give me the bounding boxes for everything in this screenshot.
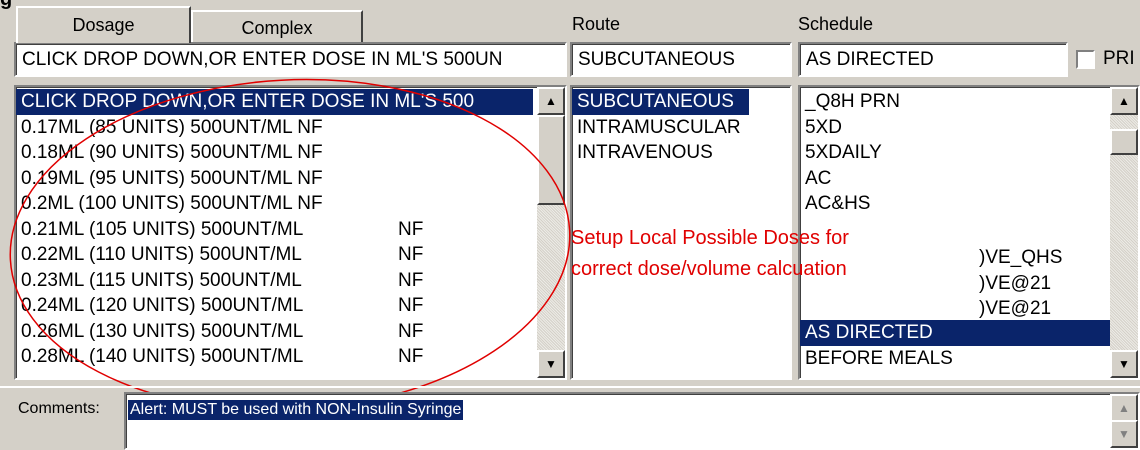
schedule-rows-bottom: AS DIRECTED BEFORE MEALS <box>800 320 1114 371</box>
list-item-label: 0.22ML (110 UNITS) 500UNT/ML <box>21 244 302 265</box>
list-item-label: INTRAMUSCULAR <box>577 116 741 138</box>
comments-field[interactable]: Alert: MUST be used with NON-Insulin Syr… <box>124 392 1140 450</box>
dosage-list-item[interactable]: 0.17ML (85 UNITS) 500UNT/ML NF <box>16 115 533 141</box>
schedule-rows-top: _Q8H PRN 5XD 5XDAILY AC AC&HS <box>800 89 1138 217</box>
route-list-item[interactable]: INTRAVENOUS <box>572 140 749 166</box>
comments-scroll-up-button[interactable]: ▲ <box>1110 394 1138 422</box>
dosage-list-item[interactable]: 0.21ML (105 UNITS) 500UNT/ML NF <box>16 217 533 243</box>
schedule-list-item[interactable]: )VE_QHS <box>974 245 1062 271</box>
list-item-label: CLICK DROP DOWN,OR ENTER DOSE IN ML'S 50… <box>21 91 475 112</box>
schedule-input[interactable]: AS DIRECTED <box>798 42 1068 77</box>
schedule-scroll-down-button[interactable]: ▼ <box>1110 350 1138 378</box>
scroll-thumb[interactable] <box>537 115 565 205</box>
schedule-rows-partial: )VE_QHS )VE@21 )VE@21 <box>974 245 1062 322</box>
dosage-list-item[interactable]: 0.22ML (110 UNITS) 500UNT/ML NF <box>16 242 533 268</box>
list-item-label: _Q8H PRN <box>805 91 901 112</box>
comments-scrollbar[interactable]: ▲ ▼ <box>1110 394 1138 448</box>
list-item-label: 5XDAILY <box>805 142 882 163</box>
nf-flag: NF <box>398 320 424 342</box>
list-item-label: AC&HS <box>805 193 871 214</box>
dosage-list-item[interactable]: 0.28ML (140 UNITS) 500UNT/ML NF <box>16 344 533 370</box>
tab-dosage[interactable]: Dosage <box>16 6 191 43</box>
list-item-label: AC <box>805 167 832 189</box>
annotation-line-2: correct dose/volume calcuation <box>571 258 847 280</box>
dosage-list-item[interactable]: 0.26ML (130 UNITS) 500UNT/ML NF <box>16 319 533 345</box>
dosage-input[interactable]: CLICK DROP DOWN,OR ENTER DOSE IN ML'S 50… <box>14 42 567 77</box>
list-item-label: )VE@21 <box>979 272 1052 294</box>
schedule-list-item[interactable]: 5XD <box>800 115 1138 141</box>
dosage-list-item[interactable]: 0.23ML (115 UNITS) 500UNT/ML NF <box>16 268 533 294</box>
list-item-label: 0.24ML (120 UNITS) 500UNT/ML <box>21 295 304 316</box>
dosage-list-item[interactable]: 0.2ML (100 UNITS) 500UNT/ML NF <box>16 191 533 217</box>
dosage-scrollbar[interactable]: ▲ ▼ <box>537 87 565 378</box>
dialog-heading-fragment: g <box>0 0 12 9</box>
schedule-scrollbar[interactable]: ▲ ▼ <box>1110 87 1138 378</box>
list-item-label: 0.26ML (130 UNITS) 500UNT/ML <box>21 320 304 342</box>
schedule-scroll-up-button[interactable]: ▲ <box>1110 87 1138 115</box>
route-input[interactable]: SUBCUTANEOUS <box>570 42 792 77</box>
dosage-list-item[interactable]: CLICK DROP DOWN,OR ENTER DOSE IN ML'S 50… <box>16 89 533 115</box>
list-item-label: BEFORE MEALS <box>805 347 953 369</box>
dosage-list-item[interactable]: 0.24ML (120 UNITS) 500UNT/ML NF <box>16 293 533 319</box>
list-item-label: 0.19ML (95 UNITS) 500UNT/ML NF <box>21 167 323 189</box>
schedule-scroll-thumb[interactable] <box>1110 129 1138 155</box>
route-list-item[interactable]: SUBCUTANEOUS <box>572 89 749 115</box>
schedule-list-item[interactable]: BEFORE MEALS <box>800 346 1114 372</box>
nf-flag: NF <box>398 295 424 316</box>
list-item-label: 0.18ML (90 UNITS) 500UNT/ML NF <box>21 142 323 163</box>
schedule-list[interactable]: _Q8H PRN 5XD 5XDAILY AC AC&HS )VE_QHS )VE@21)… <box>798 85 1140 380</box>
list-item-label: )VE@21 <box>979 298 1052 319</box>
list-item-label: INTRAVENOUS <box>577 142 713 163</box>
down-arrow-icon: ▼ <box>1118 427 1130 441</box>
list-item-label: )VE_QHS <box>979 247 1063 268</box>
tab-complex[interactable]: Complex <box>191 10 363 43</box>
up-arrow-icon: ▲ <box>1118 401 1130 415</box>
route-rows: SUBCUTANEOUS INTRAMUSCULAR INTRAVENOUS <box>572 89 790 166</box>
down-arrow-icon: ▼ <box>545 357 557 371</box>
schedule-list-item[interactable]: AC <box>800 166 1138 192</box>
schedule-list-item[interactable]: _Q8H PRN <box>800 89 1138 115</box>
schedule-list-item[interactable]: )VE@21 <box>974 296 1062 322</box>
dosage-list-item[interactable]: 0.18ML (90 UNITS) 500UNT/ML NF <box>16 140 533 166</box>
up-arrow-icon: ▲ <box>1118 94 1130 108</box>
schedule-label: Schedule <box>798 14 874 34</box>
schedule-list-item[interactable]: AS DIRECTED <box>800 320 1114 346</box>
list-item-label: 0.23ML (115 UNITS) 500UNT/ML <box>21 269 302 291</box>
scroll-down-button[interactable]: ▼ <box>537 350 565 378</box>
annotation-line-1: Setup Local Possible Doses for <box>571 227 849 249</box>
up-arrow-icon: ▲ <box>545 94 557 108</box>
dosage-rows: CLICK DROP DOWN,OR ENTER DOSE IN ML'S 50… <box>16 89 565 370</box>
nf-flag: NF <box>398 269 424 291</box>
schedule-list-item[interactable]: )VE@21 <box>974 271 1062 297</box>
nf-flag: NF <box>398 218 424 240</box>
comments-text: Alert: MUST be used with NON-Insulin Syr… <box>128 400 464 420</box>
list-item-label: 0.21ML (105 UNITS) 500UNT/ML <box>21 218 304 240</box>
prn-label: PRI <box>1103 48 1135 69</box>
schedule-list-item[interactable]: AC&HS <box>800 191 1138 217</box>
dosage-list-item[interactable]: 0.19ML (95 UNITS) 500UNT/ML NF <box>16 166 533 192</box>
list-item-label: 0.17ML (85 UNITS) 500UNT/ML NF <box>21 116 323 138</box>
comments-scroll-down-button[interactable]: ▼ <box>1110 420 1138 448</box>
list-item-label: SUBCUTANEOUS <box>577 91 734 112</box>
prn-checkbox[interactable] <box>1076 50 1095 69</box>
nf-flag: NF <box>398 244 424 265</box>
list-item-label: 0.28ML (140 UNITS) 500UNT/ML <box>21 346 304 367</box>
schedule-list-item[interactable]: 5XDAILY <box>800 140 1138 166</box>
comments-label: Comments: <box>18 400 100 417</box>
scroll-up-button[interactable]: ▲ <box>537 87 565 115</box>
list-item-label: 5XD <box>805 116 842 138</box>
route-label: Route <box>572 14 621 34</box>
list-item-label: AS DIRECTED <box>805 322 933 343</box>
list-item-label: 0.2ML (100 UNITS) 500UNT/ML NF <box>21 193 323 214</box>
nf-flag: NF <box>398 346 424 367</box>
down-arrow-icon: ▼ <box>1118 357 1130 371</box>
route-list-item[interactable]: INTRAMUSCULAR <box>572 115 749 141</box>
dosage-list[interactable]: CLICK DROP DOWN,OR ENTER DOSE IN ML'S 50… <box>14 85 567 380</box>
